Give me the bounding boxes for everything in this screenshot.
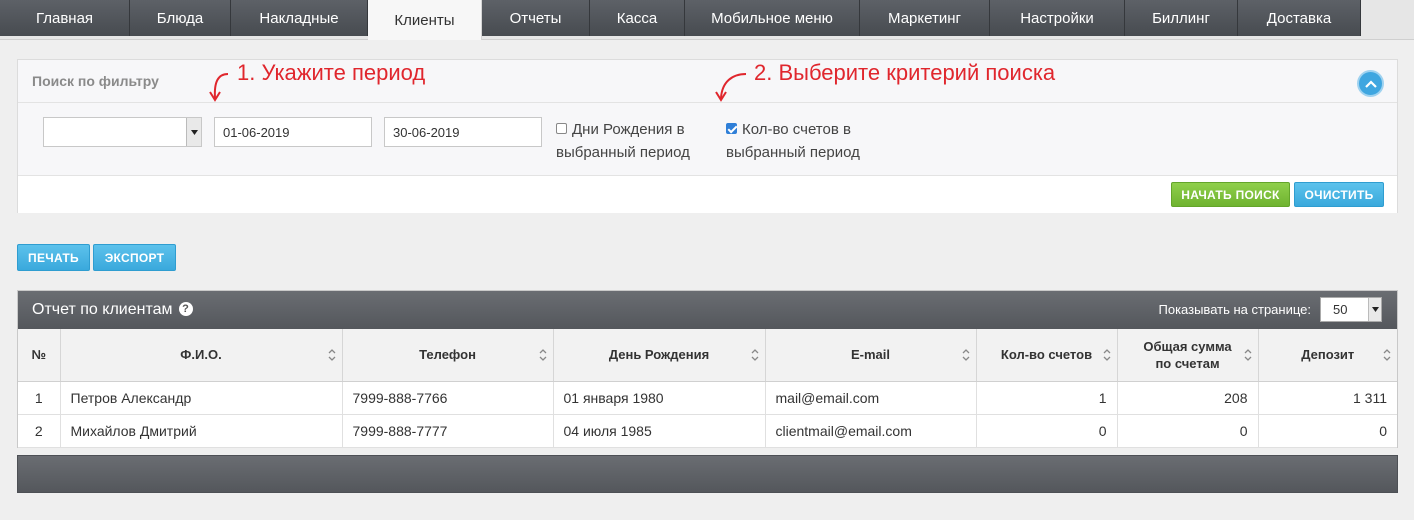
bills-checkbox[interactable] bbox=[726, 122, 737, 134]
cell-deposit: 0 bbox=[1258, 414, 1397, 448]
col-header-total[interactable]: Общая сумма по счетам bbox=[1117, 329, 1259, 382]
tab-home[interactable]: Главная bbox=[0, 0, 130, 36]
cell-phone: 7999-888-7766 bbox=[342, 381, 554, 415]
export-button[interactable]: Экспорт bbox=[93, 244, 176, 271]
clients-table: № Ф.И.О. Телефон День Рождения E-mail Ко… bbox=[18, 329, 1397, 448]
collapse-button[interactable] bbox=[1357, 70, 1384, 97]
help-icon[interactable]: ? bbox=[178, 301, 193, 316]
sort-icon[interactable] bbox=[539, 348, 547, 362]
tab-billing[interactable]: Биллинг bbox=[1125, 0, 1238, 36]
tab-marketing[interactable]: Маркетинг bbox=[860, 0, 990, 36]
print-button[interactable]: Печать bbox=[17, 244, 90, 271]
red-arrow-icon bbox=[209, 73, 229, 102]
cell-birthday: 04 июля 1985 bbox=[553, 414, 766, 448]
table-row[interactable]: 1 Петров Александр 7999-888-7766 01 янва… bbox=[18, 381, 1397, 415]
red-arrow-icon bbox=[715, 73, 747, 102]
period-select[interactable] bbox=[43, 117, 202, 147]
per-page-value: 50 bbox=[1333, 302, 1348, 317]
clear-button[interactable]: Очистить bbox=[1294, 182, 1384, 207]
sort-icon[interactable] bbox=[1103, 348, 1111, 362]
table-row[interactable]: 2 Михайлов Дмитрий 7999-888-7777 04 июля… bbox=[18, 414, 1397, 448]
clients-report: Отчет по клиентам? Показывать на страниц… bbox=[17, 290, 1398, 448]
start-search-button[interactable]: Начать поиск bbox=[1171, 182, 1290, 207]
report-title: Отчет по клиентам? bbox=[32, 301, 193, 319]
cell-name: Петров Александр bbox=[60, 381, 343, 415]
tab-mobile-menu[interactable]: Мобильное меню bbox=[685, 0, 860, 36]
cell-total: 0 bbox=[1117, 414, 1259, 448]
birthdays-label-1: Дни Рождения в bbox=[572, 121, 685, 138]
chevron-up-icon bbox=[1364, 79, 1377, 88]
tab-clients[interactable]: Клиенты bbox=[368, 0, 482, 40]
cell-no: 2 bbox=[18, 414, 61, 448]
bills-label-1: Кол-во счетов в bbox=[742, 121, 851, 138]
date-to-input[interactable] bbox=[384, 117, 542, 147]
cell-no: 1 bbox=[18, 381, 61, 415]
cell-deposit: 1 311 bbox=[1258, 381, 1397, 415]
cell-email: clientmail@email.com bbox=[765, 414, 977, 448]
per-page-label: Показывать на странице: bbox=[1158, 302, 1312, 317]
col-header-name[interactable]: Ф.И.О. bbox=[60, 329, 343, 382]
sort-icon[interactable] bbox=[1383, 348, 1391, 362]
table-header-row: № Ф.И.О. Телефон День Рождения E-mail Ко… bbox=[18, 329, 1397, 382]
chevron-down-icon bbox=[186, 118, 201, 146]
birthdays-checkbox-group[interactable]: Дни Рождения в выбранный период bbox=[556, 118, 690, 164]
filter-title: Поиск по фильтру bbox=[32, 73, 159, 89]
sort-icon[interactable] bbox=[751, 348, 759, 362]
cell-phone: 7999-888-7777 bbox=[342, 414, 554, 448]
tab-settings[interactable]: Настройки bbox=[990, 0, 1125, 36]
tab-cash[interactable]: Касса bbox=[590, 0, 685, 36]
main-nav: Главная Блюда Накладные Клиенты Отчеты К… bbox=[0, 0, 1414, 40]
col-header-bills[interactable]: Кол-во счетов bbox=[976, 329, 1118, 382]
bills-checkbox-group[interactable]: Кол-во счетов в выбранный период bbox=[726, 118, 860, 164]
report-footer-bar bbox=[17, 455, 1398, 493]
birthdays-label-2: выбранный период bbox=[556, 144, 690, 161]
filter-footer: Начать поиск Очистить bbox=[18, 175, 1397, 213]
sort-icon[interactable] bbox=[1244, 348, 1252, 362]
tab-dishes[interactable]: Блюда bbox=[130, 0, 231, 36]
cell-bills: 1 bbox=[976, 381, 1118, 415]
annotation-step2: 2. Выберите критерий поиска bbox=[754, 60, 1056, 85]
cell-birthday: 01 января 1980 bbox=[553, 381, 766, 415]
birthdays-checkbox[interactable] bbox=[556, 122, 567, 134]
bills-label-2: выбранный период bbox=[726, 144, 860, 161]
report-title-text: Отчет по клиентам bbox=[32, 301, 173, 318]
tab-delivery[interactable]: Доставка bbox=[1238, 0, 1361, 36]
sort-icon[interactable] bbox=[962, 348, 970, 362]
cell-bills: 0 bbox=[976, 414, 1118, 448]
col-header-email[interactable]: E-mail bbox=[765, 329, 977, 382]
col-header-birthday[interactable]: День Рождения bbox=[553, 329, 766, 382]
tab-invoices[interactable]: Накладные bbox=[231, 0, 368, 36]
per-page-select[interactable]: 50 bbox=[1320, 297, 1382, 322]
cell-name: Михайлов Дмитрий bbox=[60, 414, 343, 448]
date-from-input[interactable] bbox=[214, 117, 372, 147]
cell-email: mail@email.com bbox=[765, 381, 977, 415]
report-header: Отчет по клиентам? Показывать на страниц… bbox=[18, 291, 1397, 329]
chevron-down-icon bbox=[1368, 298, 1381, 321]
annotation-step1: 1. Укажите период bbox=[237, 60, 426, 85]
col-header-no[interactable]: № bbox=[18, 329, 61, 382]
tab-reports[interactable]: Отчеты bbox=[482, 0, 590, 36]
col-header-deposit[interactable]: Депозит bbox=[1258, 329, 1397, 382]
cell-total: 208 bbox=[1117, 381, 1259, 415]
col-header-phone[interactable]: Телефон bbox=[342, 329, 554, 382]
sort-icon[interactable] bbox=[328, 348, 336, 362]
